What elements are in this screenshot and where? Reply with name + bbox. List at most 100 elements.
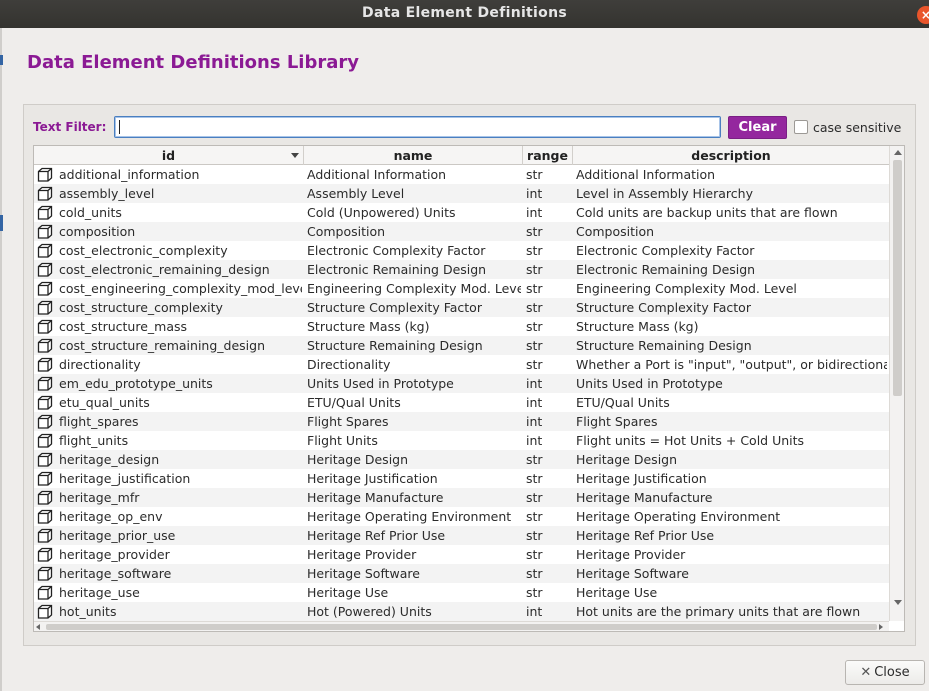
cube-icon	[37, 471, 53, 486]
horizontal-scroll-thumb[interactable]	[46, 624, 877, 630]
table-row[interactable]: hot_units Hot (Powered) Units int Hot units…	[34, 602, 889, 621]
cell-id: hot_units	[59, 604, 117, 619]
table-row[interactable]: cost_structure_complexity Structure Compl…	[34, 298, 889, 317]
cell-description: Additional Information	[576, 167, 716, 182]
cell-description: Heritage Manufacture	[576, 490, 713, 505]
cell-description: Heritage Design	[576, 452, 678, 467]
table-row[interactable]: cost_electronic_complexity Electronic Com…	[34, 241, 889, 260]
cell-name: Directionality	[307, 357, 391, 372]
table-row[interactable]: heritage_design Heritage Design str Heritag…	[34, 450, 889, 469]
window-close-icon[interactable]: ×	[917, 6, 929, 24]
table-row[interactable]: heritage_op_env Heritage Operating Enviro…	[34, 507, 889, 526]
text-filter-input[interactable]	[114, 116, 721, 138]
cube-icon	[37, 186, 53, 201]
table-body: additional_information Additional Informa…	[34, 165, 889, 621]
cell-description: Heritage Operating Environment	[576, 509, 781, 524]
column-header-label: description	[691, 148, 771, 163]
scroll-left-icon[interactable]	[36, 624, 40, 630]
cell-name: Structure Complexity Factor	[307, 300, 482, 315]
table-row[interactable]: etu_qual_units ETU/Qual Units int ETU/Qual …	[34, 393, 889, 412]
cell-name: Heritage Use	[307, 585, 389, 600]
table-row[interactable]: cold_units Cold (Unpowered) Units int Cold …	[34, 203, 889, 222]
table-row[interactable]: em_edu_prototype_units Units Used in Prot…	[34, 374, 889, 393]
cube-icon	[37, 319, 53, 334]
table-row[interactable]: heritage_provider Heritage Provider str Her…	[34, 545, 889, 564]
table-row[interactable]: composition Composition str Composition	[34, 222, 889, 241]
cell-name: Assembly Level	[307, 186, 405, 201]
table-row[interactable]: heritage_software Heritage Software str Her…	[34, 564, 889, 583]
table-row[interactable]: heritage_prior_use Heritage Ref Prior Use…	[34, 526, 889, 545]
cell-name: Composition	[307, 224, 386, 239]
cell-id: cost_structure_complexity	[59, 300, 223, 315]
cell-range: int	[526, 433, 543, 448]
cell-description: Whether a Port is "input", "output", or …	[576, 357, 887, 372]
cube-icon	[37, 395, 53, 410]
cell-name: Cold (Unpowered) Units	[307, 205, 456, 220]
cell-range: str	[526, 300, 543, 315]
cell-description: Structure Remaining Design	[576, 338, 752, 353]
table-row[interactable]: heritage_justification Heritage Justifica…	[34, 469, 889, 488]
cell-id: flight_spares	[59, 414, 139, 429]
edge-marker	[0, 215, 3, 231]
cube-icon	[37, 357, 53, 372]
horizontal-scrollbar[interactable]	[34, 621, 889, 631]
window-titlebar: Data Element Definitions ×	[0, 0, 929, 28]
table-row[interactable]: cost_structure_mass Structure Mass (kg) st…	[34, 317, 889, 336]
table-row[interactable]: cost_electronic_remaining_design Electron…	[34, 260, 889, 279]
cell-id: etu_qual_units	[59, 395, 150, 410]
cell-range: str	[526, 319, 543, 334]
cell-range: int	[526, 186, 543, 201]
cell-name: Heritage Ref Prior Use	[307, 528, 446, 543]
vertical-scrollbar[interactable]	[889, 146, 904, 621]
cell-description: Electronic Complexity Factor	[576, 243, 755, 258]
cube-icon	[37, 509, 53, 524]
cell-description: Heritage Use	[576, 585, 658, 600]
cell-name: Heritage Software	[307, 566, 420, 581]
column-header-name[interactable]: name	[304, 146, 523, 165]
cell-description: Electronic Remaining Design	[576, 262, 756, 277]
table-row[interactable]: assembly_level Assembly Level int Level in …	[34, 184, 889, 203]
text-caret	[119, 120, 120, 134]
cell-id: heritage_use	[59, 585, 140, 600]
column-header-id[interactable]: id	[34, 146, 304, 165]
table-row[interactable]: flight_units Flight Units int Flight units …	[34, 431, 889, 450]
edge-marker	[0, 55, 3, 65]
cell-description: Heritage Ref Prior Use	[576, 528, 715, 543]
cell-id: heritage_design	[59, 452, 160, 467]
cell-name: Heritage Provider	[307, 547, 417, 562]
table-row[interactable]: directionality Directionality str Whether a…	[34, 355, 889, 374]
cube-icon	[37, 547, 53, 562]
cell-description: Level in Assembly Hierarchy	[576, 186, 753, 201]
table-row[interactable]: cost_structure_remaining_design Structure…	[34, 336, 889, 355]
cell-description: Flight units = Hot Units + Cold Units	[576, 433, 805, 448]
cube-icon	[37, 414, 53, 429]
cube-icon	[37, 585, 53, 600]
table-row[interactable]: heritage_mfr Heritage Manufacture str Herit…	[34, 488, 889, 507]
table-row[interactable]: flight_spares Flight Spares int Flight Spar…	[34, 412, 889, 431]
clear-button[interactable]: Clear	[728, 116, 787, 139]
cell-range: int	[526, 376, 543, 391]
cell-name: Engineering Complexity Mod. Level	[307, 281, 521, 296]
column-header-range[interactable]: range	[523, 146, 573, 165]
text-filter-label: Text Filter:	[33, 120, 107, 134]
cell-id: cold_units	[59, 205, 122, 220]
table-header: id name range description	[34, 146, 889, 165]
scroll-down-icon[interactable]	[894, 600, 902, 605]
cell-name: Heritage Design	[307, 452, 409, 467]
cell-id: heritage_justification	[59, 471, 191, 486]
scroll-up-icon[interactable]	[894, 150, 902, 155]
cell-description: Hot units are the primary units that are…	[576, 604, 861, 619]
cell-id: cost_structure_mass	[59, 319, 188, 334]
column-header-description[interactable]: description	[573, 146, 889, 165]
table-row[interactable]: heritage_use Heritage Use str Heritage Use	[34, 583, 889, 602]
scroll-right-icon[interactable]	[879, 624, 883, 630]
table-row[interactable]: additional_information Additional Informa…	[34, 165, 889, 184]
cube-icon	[37, 376, 53, 391]
cell-range: str	[526, 243, 543, 258]
case-sensitive-checkbox[interactable]	[794, 120, 808, 134]
cube-icon	[37, 452, 53, 467]
close-button[interactable]: ✕ Close	[845, 660, 925, 685]
vertical-scroll-thumb[interactable]	[893, 160, 902, 396]
cell-name: Heritage Justification	[307, 471, 438, 486]
table-row[interactable]: cost_engineering_complexity_mod_level Eng…	[34, 279, 889, 298]
